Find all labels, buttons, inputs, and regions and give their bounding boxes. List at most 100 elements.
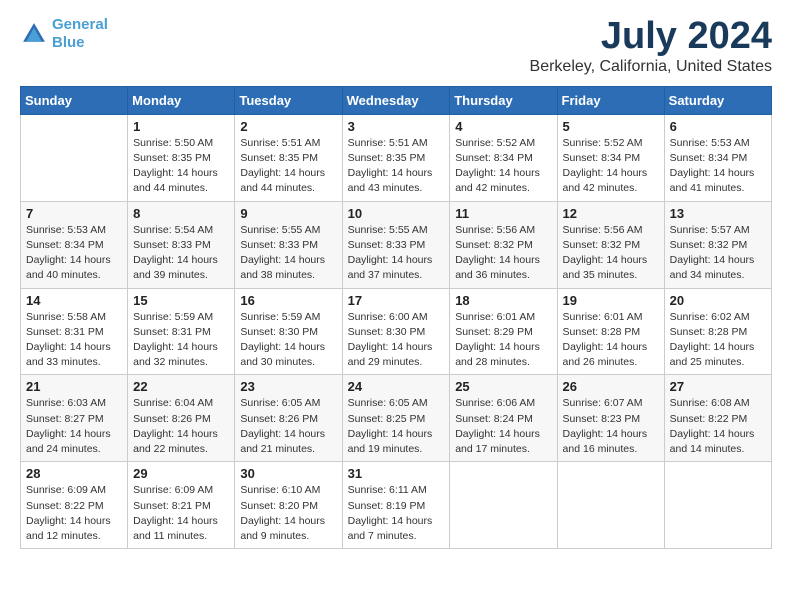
calendar-cell: 1Sunrise: 5:50 AM Sunset: 8:35 PM Daylig… bbox=[128, 114, 235, 201]
day-info: Sunrise: 5:52 AM Sunset: 8:34 PM Dayligh… bbox=[455, 136, 551, 197]
logo: General Blue bbox=[20, 16, 108, 52]
day-number: 24 bbox=[348, 379, 445, 394]
day-number: 6 bbox=[670, 119, 766, 134]
calendar-cell: 23 Sunrise: 6:05 AM Sunset: 8:26 PM Dayli… bbox=[235, 375, 342, 462]
day-info: Sunrise: 5:51 AM Sunset: 8:35 PM Dayligh… bbox=[348, 136, 445, 197]
day-info: Sunrise: 6:09 AM Sunset: 8:21 PM Dayligh… bbox=[133, 483, 229, 544]
calendar-table: SundayMondayTuesdayWednesdayThursdayFrid… bbox=[20, 86, 772, 549]
day-number: 18 bbox=[455, 293, 551, 308]
calendar-week-row: 7 Sunrise: 5:53 AM Sunset: 8:34 PM Daylig… bbox=[21, 201, 772, 288]
day-number: 11 bbox=[455, 206, 551, 221]
header: General Blue July 2024 Berkeley, Califor… bbox=[20, 16, 772, 76]
title-area: July 2024 Berkeley, California, United S… bbox=[530, 16, 772, 76]
calendar-cell: 16 Sunrise: 5:59 AM Sunset: 8:30 PM Dayli… bbox=[235, 288, 342, 375]
weekday-header: Thursday bbox=[450, 86, 557, 114]
day-number: 14 bbox=[26, 293, 122, 308]
day-info: Sunrise: 6:10 AM Sunset: 8:20 PM Dayligh… bbox=[240, 483, 336, 544]
day-number: 9 bbox=[240, 206, 336, 221]
day-number: 13 bbox=[670, 206, 766, 221]
day-info: Sunrise: 5:52 AM Sunset: 8:34 PM Dayligh… bbox=[563, 136, 659, 197]
day-number: 15 bbox=[133, 293, 229, 308]
day-number: 28 bbox=[26, 466, 122, 481]
day-number: 3 bbox=[348, 119, 445, 134]
day-number: 2 bbox=[240, 119, 336, 134]
calendar-header-row: SundayMondayTuesdayWednesdayThursdayFrid… bbox=[21, 86, 772, 114]
day-info: Sunrise: 5:58 AM Sunset: 8:31 PM Dayligh… bbox=[26, 310, 122, 371]
logo-line1: General bbox=[52, 16, 108, 33]
calendar-cell bbox=[557, 462, 664, 549]
day-info: Sunrise: 6:00 AM Sunset: 8:30 PM Dayligh… bbox=[348, 310, 445, 371]
calendar-cell bbox=[450, 462, 557, 549]
calendar-week-row: 14 Sunrise: 5:58 AM Sunset: 8:31 PM Dayli… bbox=[21, 288, 772, 375]
calendar-cell bbox=[21, 114, 128, 201]
day-number: 4 bbox=[455, 119, 551, 134]
day-info: Sunrise: 5:54 AM Sunset: 8:33 PM Dayligh… bbox=[133, 223, 229, 284]
calendar-week-row: 21Sunrise: 6:03 AM Sunset: 8:27 PM Dayli… bbox=[21, 375, 772, 462]
day-number: 5 bbox=[563, 119, 659, 134]
day-info: Sunrise: 6:01 AM Sunset: 8:28 PM Dayligh… bbox=[563, 310, 659, 371]
day-info: Sunrise: 6:04 AM Sunset: 8:26 PM Dayligh… bbox=[133, 396, 229, 457]
calendar-cell: 11 Sunrise: 5:56 AM Sunset: 8:32 PM Dayli… bbox=[450, 201, 557, 288]
day-number: 26 bbox=[563, 379, 659, 394]
weekday-header: Friday bbox=[557, 86, 664, 114]
calendar-week-row: 28Sunrise: 6:09 AM Sunset: 8:22 PM Dayli… bbox=[21, 462, 772, 549]
day-number: 25 bbox=[455, 379, 551, 394]
day-info: Sunrise: 6:07 AM Sunset: 8:23 PM Dayligh… bbox=[563, 396, 659, 457]
day-number: 16 bbox=[240, 293, 336, 308]
day-number: 17 bbox=[348, 293, 445, 308]
day-number: 23 bbox=[240, 379, 336, 394]
calendar-cell: 20 Sunrise: 6:02 AM Sunset: 8:28 PM Dayli… bbox=[664, 288, 771, 375]
day-info: Sunrise: 5:53 AM Sunset: 8:34 PM Dayligh… bbox=[670, 136, 766, 197]
day-number: 8 bbox=[133, 206, 229, 221]
weekday-header: Wednesday bbox=[342, 86, 450, 114]
calendar-cell: 17 Sunrise: 6:00 AM Sunset: 8:30 PM Dayli… bbox=[342, 288, 450, 375]
calendar-cell: 22Sunrise: 6:04 AM Sunset: 8:26 PM Dayli… bbox=[128, 375, 235, 462]
logo-icon bbox=[20, 20, 48, 48]
day-info: Sunrise: 6:02 AM Sunset: 8:28 PM Dayligh… bbox=[670, 310, 766, 371]
day-number: 7 bbox=[26, 206, 122, 221]
weekday-header: Tuesday bbox=[235, 86, 342, 114]
day-number: 27 bbox=[670, 379, 766, 394]
calendar-cell: 2 Sunrise: 5:51 AM Sunset: 8:35 PM Daylig… bbox=[235, 114, 342, 201]
day-number: 20 bbox=[670, 293, 766, 308]
calendar-cell: 25 Sunrise: 6:06 AM Sunset: 8:24 PM Dayli… bbox=[450, 375, 557, 462]
calendar-cell: 13 Sunrise: 5:57 AM Sunset: 8:32 PM Dayli… bbox=[664, 201, 771, 288]
calendar-cell: 21Sunrise: 6:03 AM Sunset: 8:27 PM Dayli… bbox=[21, 375, 128, 462]
calendar-cell: 24 Sunrise: 6:05 AM Sunset: 8:25 PM Dayli… bbox=[342, 375, 450, 462]
calendar-cell: 15 Sunrise: 5:59 AM Sunset: 8:31 PM Dayli… bbox=[128, 288, 235, 375]
day-info: Sunrise: 6:05 AM Sunset: 8:26 PM Dayligh… bbox=[240, 396, 336, 457]
calendar-cell: 12Sunrise: 5:56 AM Sunset: 8:32 PM Dayli… bbox=[557, 201, 664, 288]
weekday-header: Saturday bbox=[664, 86, 771, 114]
calendar-cell: 19 Sunrise: 6:01 AM Sunset: 8:28 PM Dayli… bbox=[557, 288, 664, 375]
calendar-cell: 4 Sunrise: 5:52 AM Sunset: 8:34 PM Daylig… bbox=[450, 114, 557, 201]
calendar-cell: 10Sunrise: 5:55 AM Sunset: 8:33 PM Dayli… bbox=[342, 201, 450, 288]
location-title: Berkeley, California, United States bbox=[530, 58, 772, 76]
day-number: 10 bbox=[348, 206, 445, 221]
day-info: Sunrise: 5:53 AM Sunset: 8:34 PM Dayligh… bbox=[26, 223, 122, 284]
day-info: Sunrise: 5:56 AM Sunset: 8:32 PM Dayligh… bbox=[563, 223, 659, 284]
calendar-cell: 27Sunrise: 6:08 AM Sunset: 8:22 PM Dayli… bbox=[664, 375, 771, 462]
day-info: Sunrise: 6:03 AM Sunset: 8:27 PM Dayligh… bbox=[26, 396, 122, 457]
day-number: 19 bbox=[563, 293, 659, 308]
day-info: Sunrise: 5:50 AM Sunset: 8:35 PM Dayligh… bbox=[133, 136, 229, 197]
calendar-cell: 3 Sunrise: 5:51 AM Sunset: 8:35 PM Daylig… bbox=[342, 114, 450, 201]
calendar-cell: 7 Sunrise: 5:53 AM Sunset: 8:34 PM Daylig… bbox=[21, 201, 128, 288]
day-info: Sunrise: 5:51 AM Sunset: 8:35 PM Dayligh… bbox=[240, 136, 336, 197]
calendar-cell: 29 Sunrise: 6:09 AM Sunset: 8:21 PM Dayli… bbox=[128, 462, 235, 549]
day-info: Sunrise: 6:11 AM Sunset: 8:19 PM Dayligh… bbox=[348, 483, 445, 544]
calendar-cell bbox=[664, 462, 771, 549]
day-info: Sunrise: 5:56 AM Sunset: 8:32 PM Dayligh… bbox=[455, 223, 551, 284]
calendar-cell: 14 Sunrise: 5:58 AM Sunset: 8:31 PM Dayli… bbox=[21, 288, 128, 375]
day-info: Sunrise: 5:57 AM Sunset: 8:32 PM Dayligh… bbox=[670, 223, 766, 284]
day-number: 29 bbox=[133, 466, 229, 481]
day-info: Sunrise: 5:59 AM Sunset: 8:31 PM Dayligh… bbox=[133, 310, 229, 371]
calendar-cell: 31Sunrise: 6:11 AM Sunset: 8:19 PM Dayli… bbox=[342, 462, 450, 549]
day-info: Sunrise: 5:59 AM Sunset: 8:30 PM Dayligh… bbox=[240, 310, 336, 371]
day-info: Sunrise: 6:05 AM Sunset: 8:25 PM Dayligh… bbox=[348, 396, 445, 457]
day-info: Sunrise: 6:06 AM Sunset: 8:24 PM Dayligh… bbox=[455, 396, 551, 457]
calendar-cell: 5 Sunrise: 5:52 AM Sunset: 8:34 PM Daylig… bbox=[557, 114, 664, 201]
calendar-week-row: 1Sunrise: 5:50 AM Sunset: 8:35 PM Daylig… bbox=[21, 114, 772, 201]
calendar-cell: 8 Sunrise: 5:54 AM Sunset: 8:33 PM Daylig… bbox=[128, 201, 235, 288]
weekday-header: Monday bbox=[128, 86, 235, 114]
calendar-cell: 26 Sunrise: 6:07 AM Sunset: 8:23 PM Dayli… bbox=[557, 375, 664, 462]
